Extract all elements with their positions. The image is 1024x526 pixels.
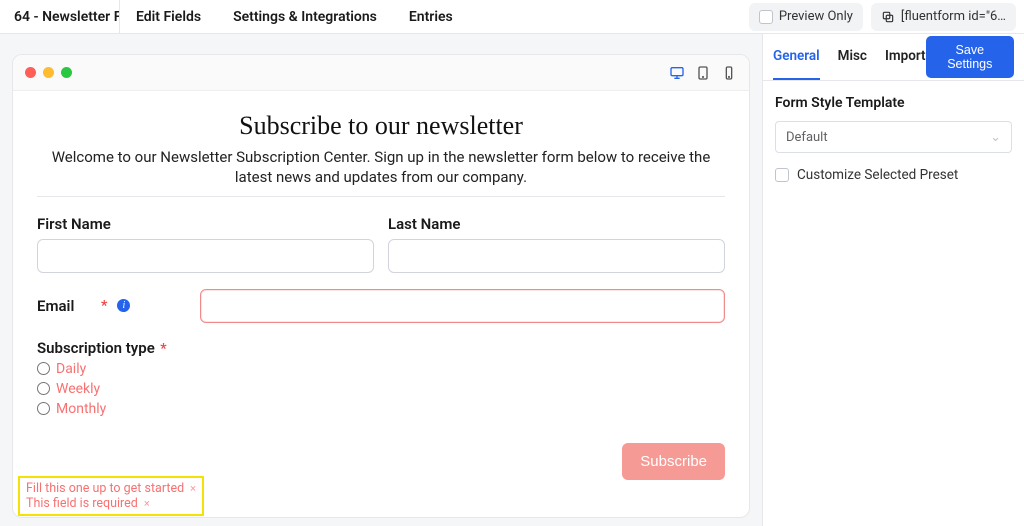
subscribe-button[interactable]: Subscribe [622, 443, 725, 480]
form-title[interactable]: 64 - Newsletter F… [0, 0, 120, 33]
topbar-right: Preview Only [fluentform id="6… [749, 3, 1016, 31]
customize-preset-label: Customize Selected Preset [797, 167, 958, 183]
template-selected-value: Default [786, 130, 828, 145]
window-traffic-lights [25, 67, 72, 78]
last-name-label: Last Name [388, 215, 725, 233]
divider [37, 196, 725, 197]
topnav: Edit Fields Settings & Integrations Entr… [120, 0, 469, 33]
main: Subscribe to our newsletter Welcome to o… [0, 34, 1024, 526]
copy-icon [881, 10, 895, 24]
preview-body: Subscribe to our newsletter Welcome to o… [13, 91, 749, 517]
validation-error-box: Fill this one up to get started × This f… [18, 476, 204, 516]
traffic-yellow-icon [43, 67, 54, 78]
side-panel-header: General Misc Import Save Settings [763, 34, 1024, 81]
tab-misc[interactable]: Misc [838, 34, 867, 80]
info-icon[interactable]: i [117, 299, 130, 312]
chevron-down-icon: ⌄ [990, 130, 1001, 145]
required-star-icon: * [160, 341, 166, 357]
first-name-input[interactable] [37, 239, 374, 273]
radio-daily[interactable]: Daily [37, 361, 725, 377]
nav-settings-integrations[interactable]: Settings & Integrations [217, 0, 393, 33]
form-style-template-label: Form Style Template [775, 95, 1012, 111]
preview-titlebar [13, 55, 749, 91]
side-panel: General Misc Import Save Settings Form S… [762, 34, 1024, 526]
close-icon[interactable]: × [144, 497, 150, 510]
save-settings-button[interactable]: Save Settings [926, 36, 1014, 78]
traffic-red-icon [25, 67, 36, 78]
radio-monthly-label: Monthly [56, 401, 106, 417]
radio-daily-input[interactable] [37, 362, 50, 375]
shortcode-chip[interactable]: [fluentform id="6… [871, 3, 1016, 31]
error-line-1: Fill this one up to get started × [26, 481, 196, 496]
error-line-2: This field is required × [26, 496, 196, 511]
radio-daily-label: Daily [56, 361, 86, 377]
radio-weekly-label: Weekly [56, 381, 100, 397]
side-tabs: General Misc Import [773, 34, 926, 80]
preview-window: Subscribe to our newsletter Welcome to o… [12, 54, 750, 518]
customize-preset-checkbox-icon [775, 168, 789, 182]
tab-general[interactable]: General [773, 34, 820, 80]
mobile-icon[interactable] [721, 65, 737, 81]
nav-entries[interactable]: Entries [393, 0, 469, 33]
preview-only-label: Preview Only [779, 9, 853, 24]
email-input[interactable] [200, 289, 725, 323]
canvas-area: Subscribe to our newsletter Welcome to o… [0, 34, 762, 526]
email-row: Email * i [37, 289, 725, 323]
preview-only-checkbox-icon [759, 10, 773, 24]
desktop-icon[interactable] [669, 65, 685, 81]
last-name-col: Last Name [388, 215, 725, 273]
device-switcher [669, 65, 737, 81]
error-text-1: Fill this one up to get started [26, 481, 184, 496]
form-subheadline: Welcome to our Newsletter Subscription C… [41, 147, 721, 188]
nav-edit-fields[interactable]: Edit Fields [120, 0, 217, 33]
form-style-template-select[interactable]: Default ⌄ [775, 121, 1012, 153]
first-name-col: First Name [37, 215, 374, 273]
last-name-input[interactable] [388, 239, 725, 273]
tab-import[interactable]: Import [885, 34, 926, 80]
tablet-icon[interactable] [695, 65, 711, 81]
submit-row: Subscribe [37, 443, 725, 480]
subscription-type-label: Subscription type [37, 339, 155, 357]
side-panel-body: Form Style Template Default ⌄ Customize … [763, 81, 1024, 197]
close-icon[interactable]: × [190, 482, 196, 495]
topbar: 64 - Newsletter F… Edit Fields Settings … [0, 0, 1024, 34]
radio-weekly[interactable]: Weekly [37, 381, 725, 397]
form-headline: Subscribe to our newsletter [37, 111, 725, 141]
first-name-label: First Name [37, 215, 374, 233]
customize-preset-row[interactable]: Customize Selected Preset [775, 167, 1012, 183]
required-star-icon: * [101, 298, 107, 314]
subscription-options: Daily Weekly Monthly [37, 361, 725, 417]
traffic-green-icon [61, 67, 72, 78]
radio-weekly-input[interactable] [37, 382, 50, 395]
topbar-left: 64 - Newsletter F… Edit Fields Settings … [0, 0, 469, 33]
error-text-2: This field is required [26, 496, 138, 511]
radio-monthly-input[interactable] [37, 402, 50, 415]
radio-monthly[interactable]: Monthly [37, 401, 725, 417]
email-label: Email [37, 297, 89, 315]
preview-only-toggle[interactable]: Preview Only [749, 3, 863, 31]
subscription-row: Subscription type * Daily Weekly [37, 339, 725, 417]
name-row: First Name Last Name [37, 215, 725, 273]
shortcode-text: [fluentform id="6… [901, 9, 1006, 24]
